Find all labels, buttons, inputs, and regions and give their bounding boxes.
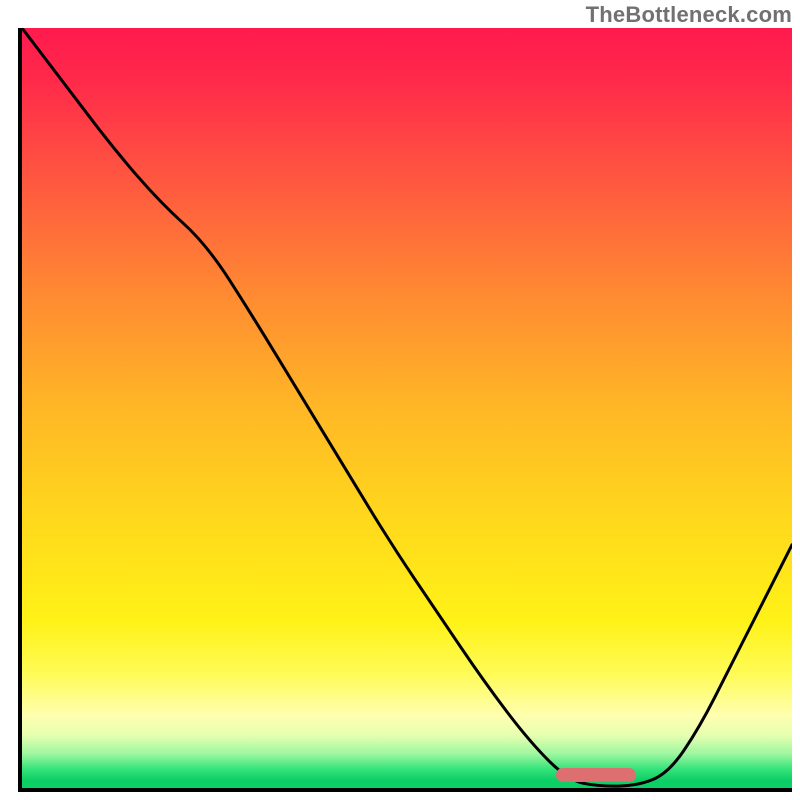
- bottleneck-curve: [22, 28, 792, 788]
- optimal-range-marker: [556, 768, 637, 782]
- attribution-text: TheBottleneck.com: [586, 2, 792, 28]
- chart-plot-area: [18, 28, 792, 792]
